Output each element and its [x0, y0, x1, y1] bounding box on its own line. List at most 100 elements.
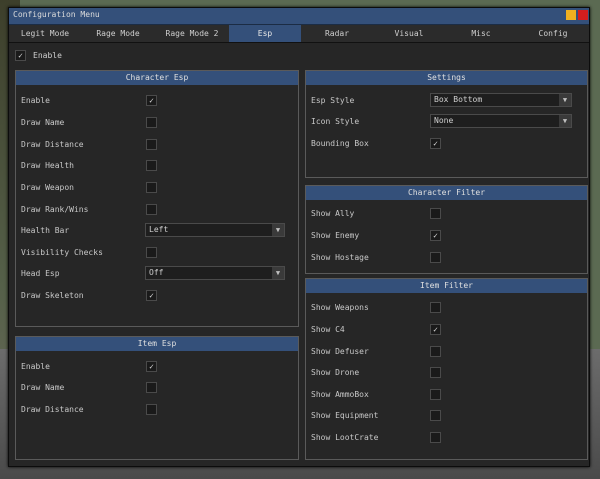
- item-esp-header: Item Esp: [16, 337, 298, 351]
- char-draw-health-checkbox[interactable]: [146, 160, 157, 171]
- show-equipment-label: Show Equipment: [311, 411, 379, 420]
- minimize-button[interactable]: [566, 10, 576, 20]
- show-ally-checkbox[interactable]: [430, 208, 441, 219]
- title-bar[interactable]: Configuration Menu: [9, 8, 589, 25]
- char-draw-weapon-checkbox[interactable]: [146, 182, 157, 193]
- icon-style-value: None: [434, 116, 454, 125]
- show-ally-label: Show Ally: [311, 209, 355, 218]
- char-draw-skeleton-checkbox[interactable]: ✓: [146, 290, 157, 301]
- show-weapons-checkbox[interactable]: [430, 302, 441, 313]
- head-esp-value: Off: [149, 268, 164, 277]
- chevron-down-icon: ▼: [559, 94, 571, 106]
- char-draw-rank-label: Draw Rank/Wins: [21, 205, 89, 214]
- char-draw-health-label: Draw Health: [21, 161, 74, 170]
- show-drone-label: Show Drone: [311, 368, 360, 377]
- tab-esp[interactable]: Esp: [229, 25, 301, 42]
- char-draw-skeleton-row: Draw Skeleton ✓: [16, 287, 298, 303]
- show-defuser-checkbox[interactable]: [430, 346, 441, 357]
- icon-style-label: Icon Style: [311, 117, 360, 126]
- esp-style-row: Esp Style Box Bottom ▼: [306, 92, 587, 108]
- show-equipment-checkbox[interactable]: [430, 410, 441, 421]
- item-enable-row: Enable ✓: [16, 358, 298, 374]
- show-defuser-label: Show Defuser: [311, 347, 369, 356]
- show-hostage-label: Show Hostage: [311, 253, 369, 262]
- item-draw-distance-checkbox[interactable]: [146, 404, 157, 415]
- tab-visual[interactable]: Visual: [373, 25, 445, 42]
- char-visibility-checks-checkbox[interactable]: [146, 247, 157, 258]
- configuration-menu-window: Configuration Menu Legit Mode Rage Mode …: [8, 7, 590, 467]
- show-lootcrate-checkbox[interactable]: [430, 432, 441, 443]
- esp-style-dropdown[interactable]: Box Bottom ▼: [430, 93, 572, 107]
- close-button[interactable]: [578, 10, 588, 20]
- bounding-box-row: Bounding Box ✓: [306, 135, 587, 151]
- show-lootcrate-label: Show LootCrate: [311, 433, 379, 442]
- item-enable-label: Enable: [21, 362, 50, 371]
- tab-radar[interactable]: Radar: [301, 25, 373, 42]
- char-draw-weapon-label: Draw Weapon: [21, 183, 74, 192]
- esp-style-value: Box Bottom: [434, 95, 483, 104]
- global-enable-label: Enable: [33, 51, 62, 60]
- item-draw-name-row: Draw Name: [16, 379, 298, 395]
- char-draw-rank-checkbox[interactable]: [146, 204, 157, 215]
- chevron-down-icon: ▼: [559, 115, 571, 127]
- settings-group: Settings Esp Style Box Bottom ▼ Icon Sty…: [305, 70, 588, 178]
- settings-header: Settings: [306, 71, 587, 85]
- char-draw-name-label: Draw Name: [21, 118, 65, 127]
- bounding-box-checkbox[interactable]: ✓: [430, 138, 441, 149]
- show-ammobox-label: Show AmmoBox: [311, 390, 369, 399]
- item-draw-distance-row: Draw Distance: [16, 401, 298, 417]
- char-draw-skeleton-label: Draw Skeleton: [21, 291, 84, 300]
- show-drone-checkbox[interactable]: [430, 367, 441, 378]
- show-ammobox-row: Show AmmoBox: [306, 386, 587, 402]
- char-enable-row: Enable ✓: [16, 92, 298, 108]
- char-visibility-checks-label: Visibility Checks: [21, 248, 103, 257]
- esp-style-label: Esp Style: [311, 96, 355, 105]
- head-esp-dropdown[interactable]: Off ▼: [145, 266, 285, 280]
- show-enemy-checkbox[interactable]: ✓: [430, 230, 441, 241]
- show-weapons-row: Show Weapons: [306, 299, 587, 315]
- show-hostage-checkbox[interactable]: [430, 252, 441, 263]
- show-enemy-label: Show Enemy: [311, 231, 360, 240]
- item-draw-name-checkbox[interactable]: [146, 382, 157, 393]
- item-filter-header: Item Filter: [306, 279, 587, 293]
- char-head-esp-row: Head Esp Off ▼: [16, 265, 298, 281]
- char-health-bar-row: Health Bar Left ▼: [16, 222, 298, 238]
- tab-config[interactable]: Config: [517, 25, 589, 42]
- char-enable-label: Enable: [21, 96, 50, 105]
- icon-style-dropdown[interactable]: None ▼: [430, 114, 572, 128]
- show-enemy-row: Show Enemy ✓: [306, 227, 587, 243]
- item-enable-checkbox[interactable]: ✓: [146, 361, 157, 372]
- show-c4-row: Show C4 ✓: [306, 321, 587, 337]
- bounding-box-label: Bounding Box: [311, 139, 369, 148]
- global-enable-checkbox[interactable]: ✓: [15, 50, 26, 61]
- char-draw-name-checkbox[interactable]: [146, 117, 157, 128]
- icon-style-row: Icon Style None ▼: [306, 113, 587, 129]
- tab-misc[interactable]: Misc: [445, 25, 517, 42]
- tab-bar: Legit Mode Rage Mode Rage Mode 2 Esp Rad…: [9, 25, 589, 43]
- char-draw-distance-row: Draw Distance: [16, 136, 298, 152]
- char-draw-name-row: Draw Name: [16, 114, 298, 130]
- health-bar-value: Left: [149, 225, 169, 234]
- char-enable-checkbox[interactable]: ✓: [146, 95, 157, 106]
- show-ally-row: Show Ally: [306, 205, 587, 221]
- char-head-esp-label: Head Esp: [21, 269, 60, 278]
- char-draw-distance-checkbox[interactable]: [146, 139, 157, 150]
- show-ammobox-checkbox[interactable]: [430, 389, 441, 400]
- char-draw-distance-label: Draw Distance: [21, 140, 84, 149]
- show-equipment-row: Show Equipment: [306, 407, 587, 423]
- tab-legit-mode[interactable]: Legit Mode: [9, 25, 81, 42]
- show-c4-checkbox[interactable]: ✓: [430, 324, 441, 335]
- item-esp-group: Item Esp Enable ✓ Draw Name Draw Distanc…: [15, 336, 299, 460]
- char-health-bar-label: Health Bar: [21, 226, 70, 235]
- chevron-down-icon: ▼: [272, 267, 284, 279]
- char-draw-health-row: Draw Health: [16, 157, 298, 173]
- health-bar-dropdown[interactable]: Left ▼: [145, 223, 285, 237]
- show-drone-row: Show Drone: [306, 364, 587, 380]
- tab-rage-mode[interactable]: Rage Mode: [81, 25, 155, 42]
- item-draw-distance-label: Draw Distance: [21, 405, 84, 414]
- window-title: Configuration Menu: [13, 10, 100, 19]
- tab-rage-mode-2[interactable]: Rage Mode 2: [155, 25, 229, 42]
- chevron-down-icon: ▼: [272, 224, 284, 236]
- item-draw-name-label: Draw Name: [21, 383, 65, 392]
- character-esp-group: Character Esp Enable ✓ Draw Name Draw Di…: [15, 70, 299, 327]
